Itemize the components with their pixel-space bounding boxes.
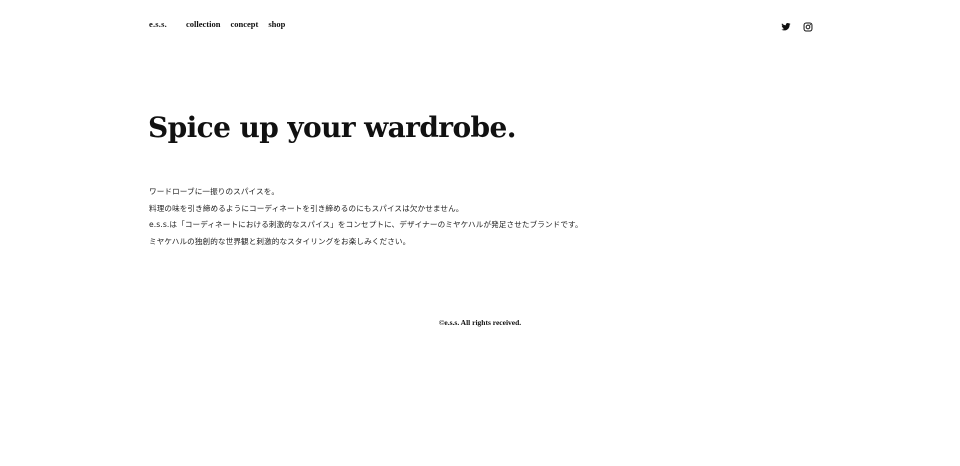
main-nav: collection concept shop: [186, 19, 285, 29]
intro-line: ミヤケハルの独創的な世界観と刺激的なスタイリングをお楽しみください。: [149, 236, 411, 246]
twitter-icon[interactable]: [781, 19, 791, 31]
site-logo[interactable]: e.s.s.: [149, 19, 167, 29]
site-footer: ©e.s.s. All rights received.: [0, 318, 960, 327]
site-header: e.s.s. collection concept shop: [0, 0, 960, 50]
nav-link-shop[interactable]: shop: [268, 19, 285, 29]
copyright-text: ©e.s.s. All rights received.: [438, 318, 522, 327]
nav-link-collection[interactable]: collection: [186, 19, 220, 29]
page: e.s.s. collection concept shop Spice up …: [0, 0, 960, 466]
nav-link-concept[interactable]: concept: [230, 19, 258, 29]
intro-line: ワードローブに一振りのスパイスを。: [149, 187, 280, 196]
intro-line: 料理の味を引き締めるようにコーディネートを引き締めるのにもスパイスは欠かせません…: [149, 203, 464, 213]
hero-title: Spice up your wardrobe.: [148, 111, 516, 144]
instagram-icon[interactable]: [803, 19, 813, 32]
social-links: [781, 19, 813, 32]
intro-text: ワードローブに一振りのスパイスを。 料理の味を引き締めるようにコーディネートを引…: [149, 184, 583, 250]
intro-line: e.s.s.は「コーディネートにおける刺激的なスパイス」をコンセプトに、デザイナ…: [149, 220, 583, 229]
